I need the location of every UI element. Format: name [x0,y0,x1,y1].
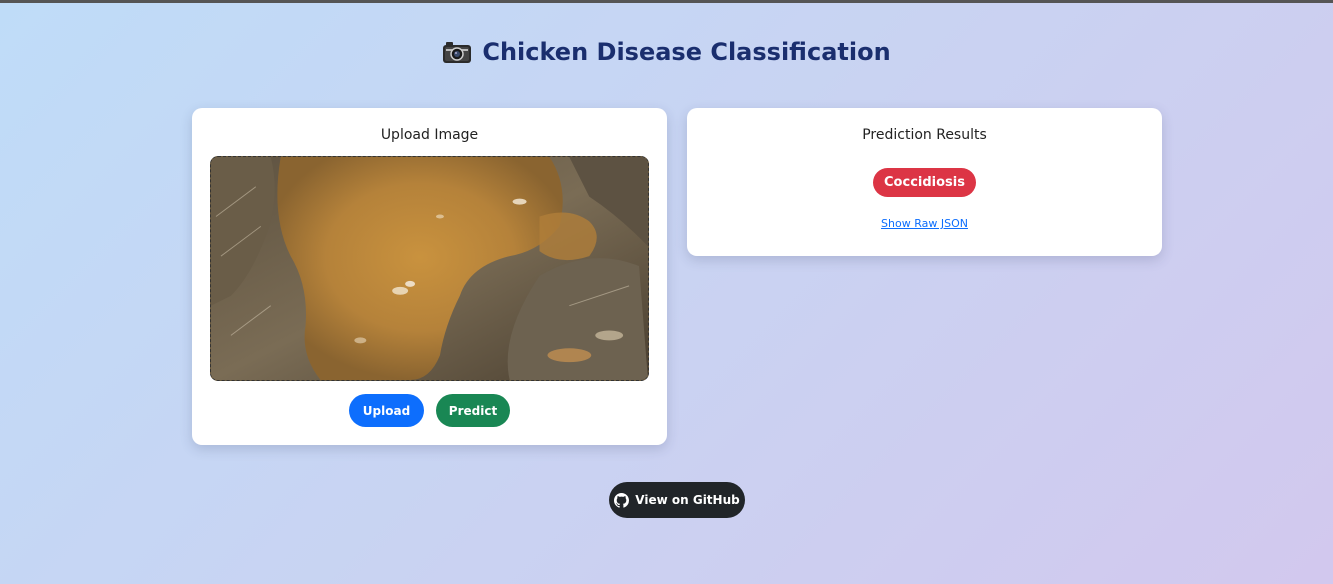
github-icon [614,492,630,508]
github-button[interactable]: View on GitHub [609,482,745,518]
camera-icon [442,39,472,65]
upload-button[interactable]: Upload [349,394,424,427]
upload-card: Upload Image Upload Predict [192,108,667,445]
upload-card-title: Upload Image [380,127,479,143]
image-preview[interactable] [210,156,649,381]
uploaded-image [211,157,648,380]
page-header: Chicken Disease Classification [0,38,1333,66]
results-card-title: Prediction Results [862,127,987,143]
window-top-border [0,0,1333,3]
github-label: View on GitHub [635,493,740,507]
prediction-badge: Coccidiosis [873,168,976,197]
results-card: Prediction Results Coccidiosis Show Raw … [687,108,1162,256]
predict-button[interactable]: Predict [436,394,510,427]
show-raw-json-link[interactable]: Show Raw JSON [687,217,1162,230]
page-title: Chicken Disease Classification [482,38,891,66]
